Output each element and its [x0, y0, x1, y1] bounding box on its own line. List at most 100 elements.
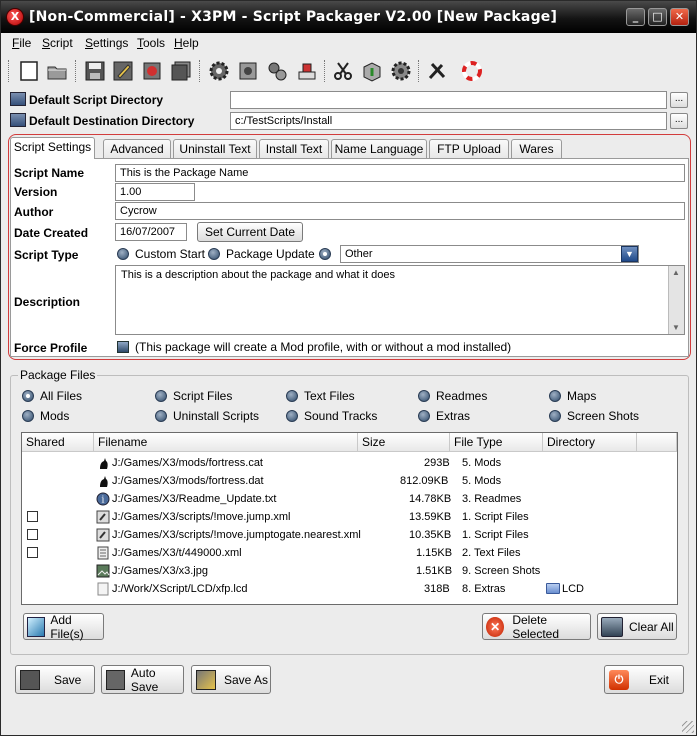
- table-row[interactable]: J:/Games/X3/mods/fortress.cat 293B 5. Mo…: [22, 454, 677, 472]
- column-filename[interactable]: Filename: [94, 433, 358, 452]
- menu-script[interactable]: Script: [42, 36, 73, 50]
- column-shared[interactable]: Shared: [22, 433, 94, 452]
- row-size: 293B: [424, 457, 450, 469]
- force-profile-checkbox[interactable]: [117, 341, 129, 353]
- maximize-button[interactable]: □: [648, 8, 667, 26]
- tab-ftp-upload[interactable]: FTP Upload: [429, 139, 509, 159]
- shared-checkbox[interactable]: [27, 529, 38, 540]
- tab-advanced[interactable]: Advanced: [103, 139, 171, 159]
- gear-icon[interactable]: [206, 58, 232, 84]
- script-dir-browse-button[interactable]: ...: [670, 92, 688, 108]
- save-all-icon[interactable]: [168, 58, 194, 84]
- filter-screen-shots-radio[interactable]: [549, 410, 561, 422]
- auto-save-button[interactable]: Auto Save: [101, 665, 184, 694]
- filter-all-files-radio[interactable]: [22, 390, 34, 402]
- script-name-label: Script Name: [14, 166, 85, 180]
- filter-text-files-label: Text Files: [304, 389, 355, 403]
- table-row[interactable]: J:/Work/XScript/LCD/xfp.lcd 318B 8. Extr…: [22, 580, 677, 598]
- version-input[interactable]: 1.00: [115, 183, 195, 201]
- column-directory[interactable]: Directory: [543, 433, 637, 452]
- save-as-button[interactable]: Save As: [191, 665, 271, 694]
- resize-grip-icon[interactable]: [682, 721, 694, 733]
- shared-checkbox[interactable]: [27, 547, 38, 558]
- add-files-button[interactable]: Add File(s): [23, 612, 104, 641]
- help-lifebuoy-icon[interactable]: [459, 58, 485, 84]
- table-row[interactable]: J:/Games/X3/mods/fortress.dat 812.09KB 5…: [22, 472, 677, 490]
- script-type-select[interactable]: Other: [340, 245, 639, 263]
- scroll-up-icon[interactable]: ▲: [672, 268, 680, 277]
- app-window: X [Non-Commercial] - X3PM - Script Packa…: [0, 0, 697, 736]
- clear-all-button[interactable]: Clear All: [597, 613, 677, 640]
- table-row[interactable]: i J:/Games/X3/Readme_Update.txt 14.78KB …: [22, 490, 677, 508]
- filter-sound-tracks-radio[interactable]: [286, 410, 298, 422]
- tab-wares[interactable]: Wares: [511, 139, 562, 159]
- column-size[interactable]: Size: [358, 433, 450, 452]
- add-files-label: Add File(s): [50, 612, 84, 641]
- chevron-down-icon[interactable]: ▼: [621, 246, 638, 262]
- settings-gear-icon[interactable]: [388, 58, 414, 84]
- column-file-type[interactable]: File Type: [450, 433, 543, 452]
- dest-dir-browse-button[interactable]: ...: [670, 113, 688, 129]
- tab-script-settings[interactable]: Script Settings: [10, 137, 95, 159]
- tools-icon[interactable]: [424, 58, 450, 84]
- radio-custom-start[interactable]: [117, 248, 129, 260]
- package-icon[interactable]: [359, 58, 385, 84]
- shared-checkbox[interactable]: [27, 511, 38, 522]
- menu-settings[interactable]: Settings: [85, 36, 128, 50]
- table-row[interactable]: J:/Games/X3/scripts/!move.jumptogate.nea…: [22, 526, 677, 544]
- toolbar-separator: [324, 60, 326, 82]
- version-label: Version: [14, 185, 58, 199]
- radio-package-update[interactable]: [208, 248, 220, 260]
- filter-script-files-radio[interactable]: [155, 390, 167, 402]
- gear-package-icon[interactable]: [235, 58, 261, 84]
- file-list: Shared Filename Size File Type Directory…: [21, 432, 678, 605]
- save-icon[interactable]: [82, 58, 108, 84]
- date-created-input[interactable]: 16/07/2007: [115, 223, 187, 241]
- filter-readmes-radio[interactable]: [418, 390, 430, 402]
- set-current-date-button[interactable]: Set Current Date: [197, 222, 303, 242]
- title-bar[interactable]: X [Non-Commercial] - X3PM - Script Packa…: [1, 1, 696, 33]
- table-row[interactable]: J:/Games/X3/scripts/!move.jump.xml 13.59…: [22, 508, 677, 526]
- delete-selected-button[interactable]: ✕ Delete Selected: [482, 613, 591, 641]
- tab-name-language[interactable]: Name Language: [331, 139, 427, 159]
- script-name-input[interactable]: This is the Package Name: [115, 164, 685, 182]
- menu-help[interactable]: Help: [174, 36, 199, 50]
- filter-maps-radio[interactable]: [549, 390, 561, 402]
- exit-button[interactable]: ⏻ Exit: [604, 665, 684, 694]
- row-size: 1.51KB: [416, 565, 453, 577]
- description-scrollbar[interactable]: ▲ ▼: [668, 266, 684, 334]
- open-icon[interactable]: [44, 58, 70, 84]
- menu-tools[interactable]: Tools: [137, 36, 165, 50]
- scroll-down-icon[interactable]: ▼: [672, 323, 680, 332]
- tab-uninstall-text[interactable]: Uninstall Text: [173, 139, 257, 159]
- cut-icon[interactable]: [330, 58, 356, 84]
- table-row[interactable]: J:/Games/X3/x3.jpg 1.51KB 9. Screen Shot…: [22, 562, 677, 580]
- custom-start-label: Custom Start: [135, 247, 206, 261]
- row-type: 5. Mods: [462, 475, 502, 487]
- revert-icon[interactable]: [139, 58, 165, 84]
- new-icon[interactable]: [16, 58, 42, 84]
- minimize-button[interactable]: _: [626, 8, 645, 26]
- save-as-icon[interactable]: [110, 58, 136, 84]
- dest-dir-input[interactable]: c:/TestScripts/Install: [230, 112, 667, 130]
- save-button[interactable]: Save: [15, 665, 95, 694]
- filter-text-files-radio[interactable]: [286, 390, 298, 402]
- author-input[interactable]: Cycrow: [115, 202, 685, 220]
- script-dir-input[interactable]: [230, 91, 667, 109]
- tab-install-text[interactable]: Install Text: [259, 139, 329, 159]
- close-button[interactable]: ✕: [670, 8, 689, 26]
- filter-uninstall-scripts-radio[interactable]: [155, 410, 167, 422]
- filter-mods-radio[interactable]: [22, 410, 34, 422]
- menu-file[interactable]: File: [12, 36, 31, 50]
- install-icon[interactable]: [294, 58, 320, 84]
- description-textarea[interactable]: This is a description about the package …: [115, 265, 685, 335]
- toolbar-separator: [418, 60, 420, 82]
- table-row[interactable]: J:/Games/X3/t/449000.xml 1.15KB 2. Text …: [22, 544, 677, 562]
- gears-icon[interactable]: [264, 58, 290, 84]
- row-size: 812.09KB: [400, 475, 449, 487]
- readme-file-icon: i: [96, 492, 110, 506]
- save-disk-icon: [20, 669, 40, 690]
- radio-other[interactable]: [319, 248, 331, 260]
- filter-extras-radio[interactable]: [418, 410, 430, 422]
- toolbar-separator: [199, 60, 201, 82]
